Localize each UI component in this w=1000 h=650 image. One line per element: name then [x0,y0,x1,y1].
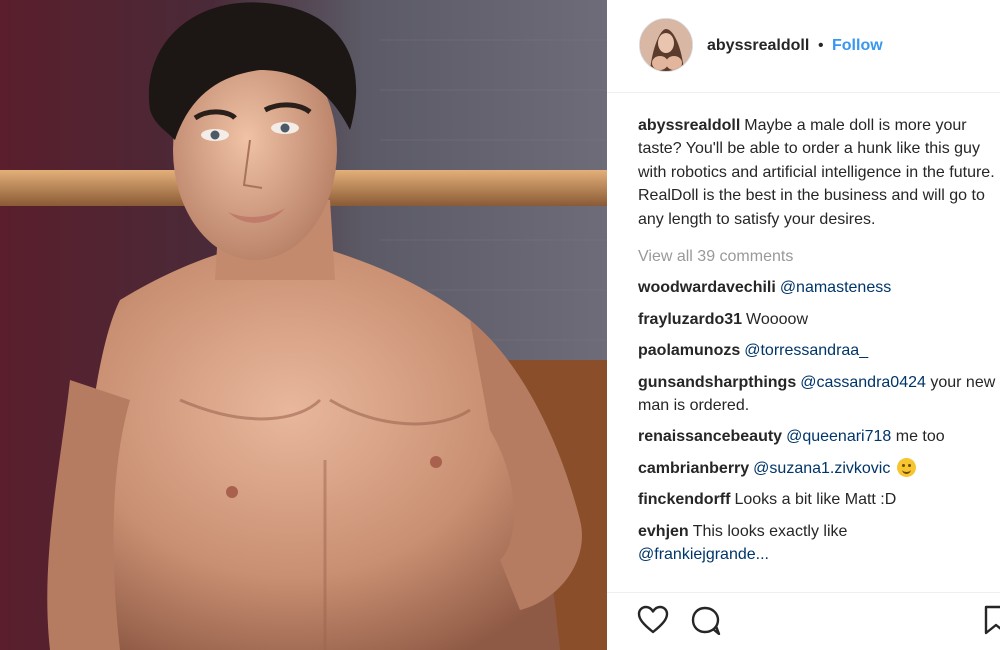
bookmark-icon[interactable] [984,605,1000,640]
post-sidebar: abyssrealdoll • Follow abyssrealdoll Mayb… [607,0,1000,650]
comment-mention[interactable]: @torressandraa_ [744,342,868,359]
post-photo[interactable] [0,0,607,650]
photo-illustration [0,0,607,650]
comments-section: abyssrealdoll Maybe a male doll is more y… [638,114,998,567]
comment-username[interactable]: frayluzardo31 [638,311,742,328]
comment-username[interactable]: evhjen [638,523,689,540]
comment-mention[interactable]: @frankiejgrande... [638,546,769,563]
header-separator: • [818,37,824,54]
comment-item: gunsandsharpthings @cassandra0424 your ne… [638,371,998,418]
follow-button[interactable]: Follow [832,37,883,55]
comment-mention[interactable]: @queenari718 [786,428,891,445]
comment-text: me too [895,428,945,446]
comment-text: This looks exactly like [692,522,848,540]
post-header: abyssrealdoll • Follow [607,0,1000,93]
comment-username[interactable]: woodwardavechili [638,279,776,296]
comment-item: evhjen This looks exactly like @frankiejgr… [638,520,998,567]
caption-username[interactable]: abyssrealdoll [638,117,740,134]
header-username[interactable]: abyssrealdoll [707,37,809,55]
comment-item: finckendorff Looks a bit like Matt :D [638,488,998,511]
comment-icon[interactable] [690,605,722,640]
comment-username[interactable]: gunsandsharpthings [638,374,796,391]
comment-mention[interactable]: @cassandra0424 [800,374,926,391]
comment-mention[interactable]: @namasteness [780,279,891,296]
comment-item: cambrianberry @suzana1.zivkovic [638,457,998,480]
comment-text: Woooow [746,310,809,328]
comment-text: Looks a bit like Matt :D [734,491,897,509]
comment-username[interactable]: cambrianberry [638,460,749,477]
avatar-image [640,19,692,71]
view-all-comments-link[interactable]: View all 39 comments [638,245,998,268]
comment-item: paolamunozs @torressandraa_ [638,339,998,362]
action-bar [607,593,1000,650]
comment-item: woodwardavechili @namasteness [638,276,998,299]
post-caption: abyssrealdoll Maybe a male doll is more y… [638,114,998,231]
heart-icon[interactable] [637,605,669,640]
comment-item: renaissancebeauty @queenari718 me too [638,425,998,448]
comment-item: frayluzardo31 Woooow [638,308,998,331]
comment-username[interactable]: paolamunozs [638,342,740,359]
avatar[interactable] [639,18,693,72]
smiling-face-emoji-icon [896,457,916,477]
comment-mention[interactable]: @suzana1.zivkovic [753,460,890,477]
comment-username[interactable]: renaissancebeauty [638,428,782,445]
comment-username[interactable]: finckendorff [638,491,730,508]
